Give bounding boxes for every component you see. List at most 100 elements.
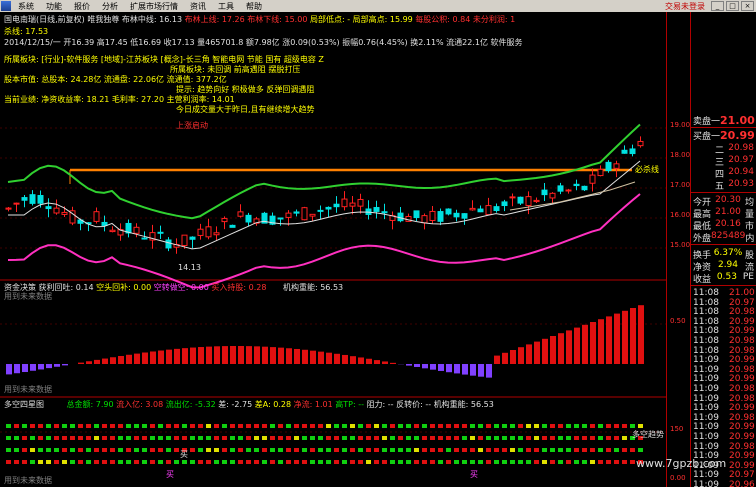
star-dot bbox=[230, 448, 235, 452]
fund-bar bbox=[134, 353, 140, 364]
star-dot bbox=[134, 460, 139, 464]
star-dot bbox=[70, 448, 75, 452]
star-dot bbox=[366, 424, 371, 428]
star-dot bbox=[358, 460, 363, 464]
candle-body bbox=[109, 229, 116, 233]
candle-body bbox=[413, 210, 420, 219]
star-dot bbox=[382, 436, 387, 440]
fund-bar bbox=[502, 352, 508, 364]
tick-time: 11:08 bbox=[693, 345, 719, 356]
star-dot bbox=[222, 448, 227, 452]
panel2-title[interactable]: 资金决策 bbox=[4, 283, 36, 292]
fund-bar bbox=[254, 346, 260, 364]
candle-body bbox=[373, 207, 380, 212]
star-dot bbox=[166, 460, 171, 464]
star-dot bbox=[598, 424, 603, 428]
tick-row: 11:09 20.99 bbox=[693, 422, 755, 432]
tick-time: 11:08 bbox=[693, 316, 719, 327]
star-dot bbox=[566, 460, 571, 464]
star-dot bbox=[438, 448, 443, 452]
star-dot bbox=[206, 436, 211, 440]
menu-extended-market[interactable]: 扩展市场行情 bbox=[124, 1, 184, 12]
menu-news[interactable]: 资讯 bbox=[184, 1, 212, 12]
star-dot bbox=[230, 436, 235, 440]
trade-status[interactable]: 交易未登录 bbox=[665, 1, 711, 12]
menu-help[interactable]: 帮助 bbox=[240, 1, 268, 12]
candle-body bbox=[381, 211, 388, 214]
star-dot bbox=[270, 448, 275, 452]
star-dot bbox=[398, 448, 403, 452]
star-dot bbox=[430, 436, 435, 440]
eps-label: 收益 bbox=[693, 275, 712, 285]
star-dot bbox=[494, 448, 499, 452]
star-dot bbox=[46, 448, 51, 452]
fund-bar bbox=[606, 316, 612, 364]
star-dot bbox=[206, 460, 211, 464]
star-dot bbox=[166, 448, 171, 452]
indicator-name[interactable]: 唯我独尊 bbox=[87, 15, 119, 24]
star-dot bbox=[286, 448, 291, 452]
fund-bar bbox=[150, 351, 156, 364]
tick-row: 11:08 20.99 bbox=[693, 316, 755, 327]
candle-body bbox=[533, 199, 540, 203]
candle-body bbox=[549, 192, 556, 199]
star-dot bbox=[94, 460, 99, 464]
star-dot bbox=[118, 424, 123, 428]
star-dot bbox=[46, 424, 51, 428]
close-button[interactable]: × bbox=[741, 1, 754, 11]
fund-bar bbox=[166, 349, 172, 364]
tick-price: 20.99 bbox=[729, 374, 755, 385]
menu-function[interactable]: 功能 bbox=[40, 1, 68, 12]
fund-bar bbox=[390, 362, 396, 364]
candle-body bbox=[133, 226, 140, 234]
tick-price: 20.99 bbox=[729, 326, 755, 337]
tick-time: 11:09 bbox=[693, 355, 719, 366]
menu-tools[interactable]: 工具 bbox=[212, 1, 240, 12]
chart-area[interactable]: 国电南瑞(日线,前复权) 唯我独尊 布林中线: 16.13 布林上线: 17.2… bbox=[0, 12, 666, 487]
menu-system[interactable]: 系统 bbox=[12, 1, 40, 12]
buy-level: 一 bbox=[711, 132, 721, 142]
star-dot bbox=[614, 436, 619, 440]
star-dot bbox=[134, 436, 139, 440]
star-dot bbox=[446, 424, 451, 428]
star-dot bbox=[174, 448, 179, 452]
candle-body bbox=[493, 206, 500, 212]
star-dot bbox=[54, 424, 59, 428]
minimize-button[interactable]: _ bbox=[711, 1, 724, 11]
star-dot bbox=[622, 448, 627, 452]
star-dot bbox=[86, 448, 91, 452]
star-dot bbox=[222, 436, 227, 440]
tick-row: 11:09 20.98 bbox=[693, 384, 755, 394]
star-dot bbox=[366, 448, 371, 452]
star-dot bbox=[582, 436, 587, 440]
star-dot bbox=[182, 424, 187, 428]
fund-bar bbox=[94, 359, 100, 364]
candle-body bbox=[285, 212, 292, 218]
tick-row: 11:09 20.99 bbox=[693, 355, 755, 366]
sell-price: 21.00 bbox=[720, 114, 755, 127]
panel3-watermark: 用到未来数据 bbox=[4, 476, 52, 485]
tick-row: 11:09 20.96 bbox=[693, 480, 755, 487]
resistance-value: 阻力: -- bbox=[366, 400, 394, 409]
star-dot bbox=[302, 424, 307, 428]
stock-name: 国电南瑞(日线,前复权) bbox=[4, 15, 85, 24]
eps-value: 0.53 bbox=[716, 272, 737, 282]
candle-body bbox=[517, 196, 524, 204]
menu-analysis[interactable]: 分析 bbox=[96, 1, 124, 12]
fund-bar bbox=[246, 346, 252, 364]
maximize-button[interactable]: □ bbox=[726, 1, 739, 11]
star-dot bbox=[454, 436, 459, 440]
star-dot bbox=[222, 424, 227, 428]
panel3-title[interactable]: 多空四星图 bbox=[4, 400, 44, 409]
fund-bar bbox=[526, 344, 532, 364]
volume-hint: 今日成交量大于昨日,且有继续增大趋势 bbox=[176, 105, 315, 114]
menu-quote[interactable]: 报价 bbox=[68, 1, 96, 12]
star-dot bbox=[134, 448, 139, 452]
fund-bar bbox=[478, 364, 484, 377]
star-dot bbox=[214, 436, 219, 440]
star-dot bbox=[358, 424, 363, 428]
fund-bar bbox=[382, 361, 388, 364]
fund-bar bbox=[270, 347, 276, 364]
star-dot bbox=[22, 460, 27, 464]
buy-signal-1: 买 bbox=[180, 450, 188, 459]
